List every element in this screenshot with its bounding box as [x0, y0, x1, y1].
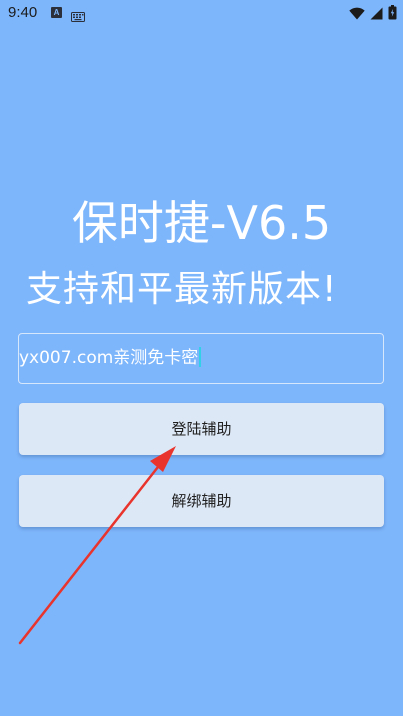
- status-time: 9:40: [8, 4, 38, 21]
- unbind-assist-button[interactable]: 解绑辅助: [19, 475, 384, 527]
- app-subtitle: 支持和平最新版本!: [26, 269, 338, 310]
- status-icons: [349, 5, 397, 24]
- signal-icon: [370, 5, 383, 24]
- app-title: 保时捷-V6.5: [71, 196, 332, 250]
- battery-icon: [388, 5, 397, 24]
- a-notification-icon: A: [51, 7, 62, 18]
- card-key-value: yx007.com亲测免卡密: [19, 348, 199, 368]
- status-bar: 9:40 A: [0, 0, 403, 28]
- card-key-input[interactable]: yx007.com亲测免卡密: [18, 333, 384, 384]
- wifi-icon: [349, 5, 365, 24]
- text-cursor: [199, 347, 202, 367]
- keyboard-icon: [71, 7, 85, 26]
- login-assist-button[interactable]: 登陆辅助: [19, 403, 384, 455]
